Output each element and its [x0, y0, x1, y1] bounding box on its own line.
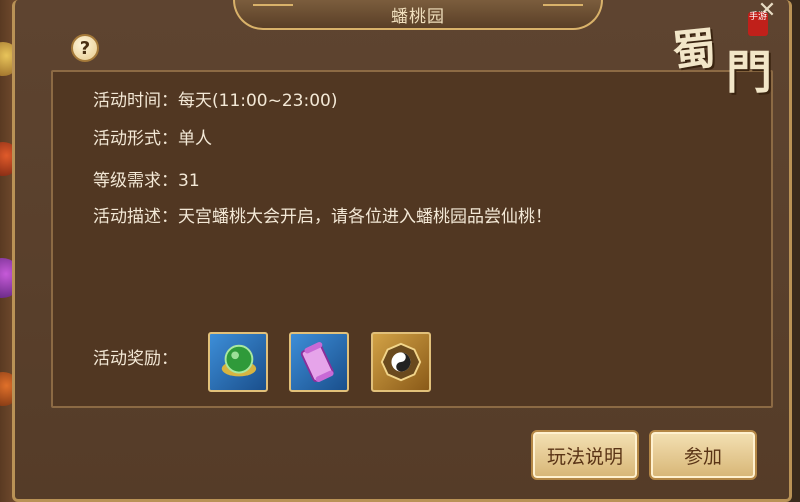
- activity-form-value: 单人: [178, 129, 212, 149]
- dialog-title-plate: 蟠桃园: [233, 0, 603, 30]
- reward-slot-bagua[interactable]: [371, 332, 431, 392]
- activity-description-label: 活动描述：: [93, 207, 178, 227]
- activity-description-value: 天宫蟠桃大会开启，请各位进入蟠桃园品尝仙桃！: [178, 207, 552, 227]
- dialog-title: 蟠桃园: [391, 6, 445, 27]
- activity-info-panel: 活动时间：每天(11:00~23:00) 活动形式：单人 等级需求：31 活动描…: [51, 70, 773, 408]
- rewards-label: 活动奖励：: [93, 349, 178, 369]
- reward-slot-scroll[interactable]: [289, 332, 349, 392]
- activity-time-label: 活动时间：: [93, 91, 178, 111]
- help-button[interactable]: ?: [71, 34, 99, 62]
- activity-time-row: 活动时间：每天(11:00~23:00): [93, 86, 338, 111]
- reward-slot-jade-ingot[interactable]: [208, 332, 268, 392]
- logo-seal: 手游: [748, 12, 768, 36]
- logo-char-shu: 蜀: [669, 22, 720, 79]
- activity-form-row: 活动形式：单人: [93, 124, 212, 149]
- game-logo: 蜀 門 手游: [669, 6, 790, 99]
- join-button[interactable]: 参加: [649, 430, 757, 480]
- taiji-bagua-icon: [379, 340, 423, 384]
- logo-char-men: 門: [726, 45, 772, 99]
- level-requirement-label: 等级需求：: [93, 171, 178, 191]
- level-requirement-row: 等级需求：31: [93, 166, 200, 191]
- purple-scroll-icon: [297, 340, 341, 384]
- level-requirement-value: 31: [178, 171, 200, 191]
- gameplay-rules-button[interactable]: 玩法说明: [531, 430, 639, 480]
- activity-form-label: 活动形式：: [93, 129, 178, 149]
- question-icon: ?: [79, 37, 91, 59]
- activity-description-row: 活动描述：天宫蟠桃大会开启，请各位进入蟠桃园品尝仙桃！: [93, 202, 552, 227]
- green-jade-ingot-icon: [216, 340, 260, 384]
- activity-time-value: 每天(11:00~23:00): [178, 91, 338, 111]
- join-label: 参加: [683, 445, 722, 468]
- gameplay-rules-label: 玩法说明: [546, 445, 623, 468]
